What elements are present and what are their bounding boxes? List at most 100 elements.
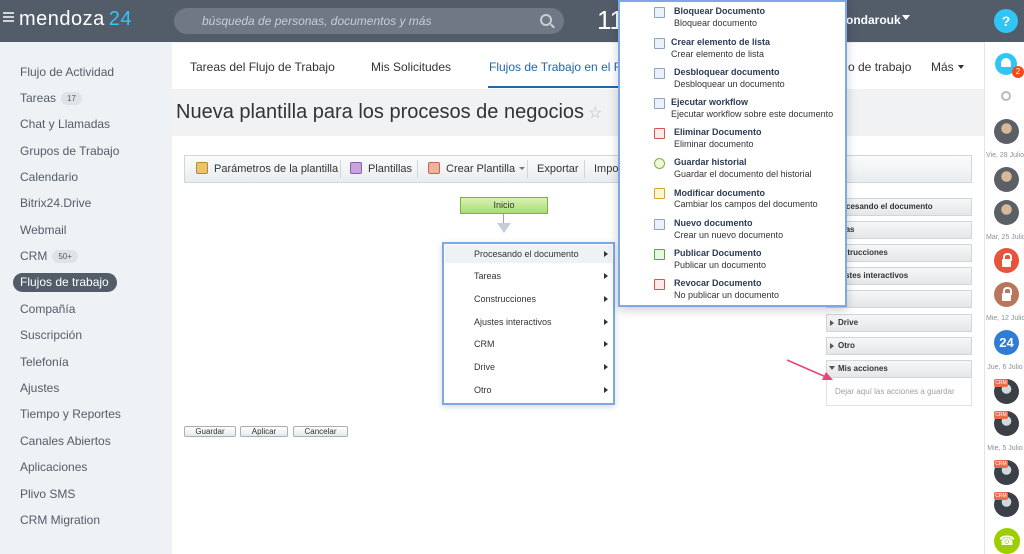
menu-item-drive[interactable]: Drive — [474, 362, 495, 372]
action-lock-document[interactable]: Bloquear Documento — [674, 6, 765, 16]
action-modify-document[interactable]: Modificar documento — [674, 188, 765, 198]
sidebar-item-plivo-sms[interactable]: Plivo SMS — [20, 485, 75, 503]
search-placeholder: búsqueda de personas, documentos y más — [202, 14, 432, 28]
action-new-document[interactable]: Nuevo documento — [674, 218, 753, 228]
cancel-button[interactable]: Cancelar — [293, 426, 348, 437]
rail-date: Mie, 5 Julio — [987, 445, 1023, 452]
sidebar-item-workgroups[interactable]: Grupos de Trabajo — [20, 142, 119, 160]
chevron-right-icon — [604, 341, 608, 347]
menu-item-document-processing[interactable]: Procesando el documento — [474, 249, 579, 259]
panel-item-constructions[interactable]: nstrucciones — [826, 244, 972, 262]
panel-item-tasks[interactable]: reas — [826, 221, 972, 239]
chevron-down-icon[interactable] — [902, 15, 910, 20]
panel-item-crm[interactable]: M — [826, 290, 972, 308]
sidebar-item-tasks[interactable]: Tareas 17 — [20, 89, 82, 107]
action-create-list-item[interactable]: Crear elemento de lista — [671, 37, 770, 47]
sidebar-item-time-reports[interactable]: Tiempo y Reportes — [20, 405, 121, 423]
search-icon[interactable] — [540, 14, 552, 26]
panel-item-my-actions[interactable]: Mis acciones — [826, 360, 972, 378]
template-params-button[interactable]: Parámetros de la plantilla — [214, 163, 338, 175]
crm-tag: CRM — [994, 492, 1008, 500]
help-button[interactable]: ? — [994, 9, 1018, 33]
menu-item-constructions[interactable]: Construcciones — [474, 294, 536, 304]
sidebar-item-webmail[interactable]: Webmail — [20, 221, 66, 239]
sidebar-item-settings[interactable]: Ajustes — [20, 379, 59, 397]
sidebar-item-calendar[interactable]: Calendario — [20, 168, 78, 186]
sidebar-item-workflows[interactable]: Flujos de trabajo — [20, 273, 109, 291]
sidebar-item-chat[interactable]: Chat y Llamadas — [20, 115, 110, 133]
tab-more[interactable]: Más — [931, 60, 964, 74]
action-publish-document[interactable]: Publicar Documento — [674, 248, 762, 258]
publish-document-icon — [654, 249, 665, 260]
action-unlock-document[interactable]: Desbloquear documento — [674, 67, 780, 77]
sidebar-item-applications[interactable]: Aplicaciones — [20, 458, 87, 476]
action-save-history[interactable]: Guardar historial — [674, 157, 747, 167]
start-node[interactable]: Inicio — [460, 197, 548, 214]
action-modify-document-desc: Cambiar los campos del documento — [674, 199, 818, 209]
create-template-button[interactable]: Crear Plantilla — [446, 163, 526, 175]
sidebar-item-crm-migration[interactable]: CRM Migration — [20, 511, 100, 529]
menu-item-crm[interactable]: CRM — [474, 339, 495, 349]
tab-my-requests[interactable]: Mis Solicitudes — [371, 60, 451, 74]
logo[interactable]: mendoza 24 — [19, 8, 132, 31]
user-name[interactable]: ondarouk — [846, 13, 901, 27]
menu-item-other[interactable]: Otro — [474, 385, 492, 395]
apply-button[interactable]: Aplicar — [240, 426, 288, 437]
panel-item-other[interactable]: Otro — [826, 337, 972, 355]
menu-icon[interactable] — [3, 12, 14, 22]
new-document-icon — [654, 219, 665, 230]
import-button[interactable]: Impo — [594, 163, 618, 175]
lock-icon[interactable] — [994, 248, 1019, 273]
my-actions-drop-zone[interactable]: Dejar aquí las acciones a guardar — [826, 379, 972, 406]
export-button[interactable]: Exportar — [537, 163, 579, 175]
crm-tag: CRM — [994, 379, 1008, 387]
edit-document-icon — [654, 188, 665, 199]
menu-item-tasks[interactable]: Tareas — [474, 271, 501, 281]
tab-workflow-tasks[interactable]: Tareas del Flujo de Trabajo — [190, 60, 335, 74]
search-input[interactable]: búsqueda de personas, documentos y más — [174, 8, 564, 34]
toolbar-divider — [417, 160, 418, 178]
action-run-workflow-desc: Ejecutar workflow sobre este documento — [671, 109, 834, 119]
sidebar-item-subscription[interactable]: Suscripción — [20, 326, 82, 344]
star-icon[interactable]: ☆ — [588, 105, 602, 122]
count-badge: 50+ — [52, 250, 78, 263]
panel-item-drive[interactable]: Drive — [826, 314, 972, 332]
action-save-history-desc: Guardar el documento del historial — [674, 169, 812, 179]
sidebar-item-open-channels[interactable]: Canales Abiertos — [20, 432, 111, 450]
toolbar-divider — [584, 160, 585, 178]
avatar[interactable] — [994, 119, 1019, 144]
phone-icon[interactable]: ☎ — [994, 528, 1020, 554]
toolbar-divider — [527, 160, 528, 178]
templates-button[interactable]: Plantillas — [368, 163, 412, 175]
action-unlock-document-desc: Desbloquear un documento — [674, 79, 785, 89]
action-new-document-desc: Crear un nuevo documento — [674, 230, 784, 240]
panel-item-interactive-settings[interactable]: justes interactivos — [826, 267, 972, 285]
lock-icon[interactable] — [994, 282, 1019, 307]
crm-tag: CRM — [994, 460, 1008, 468]
drop-target-arrow[interactable] — [497, 223, 511, 233]
action-revoke-document[interactable]: Revocar Documento — [674, 278, 762, 288]
sidebar-item-crm[interactable]: CRM 50+ — [20, 247, 78, 265]
avatar[interactable] — [994, 200, 1019, 225]
avatar[interactable] — [994, 167, 1019, 192]
create-list-item-icon — [654, 38, 665, 49]
chevron-down-icon — [519, 167, 526, 170]
create-template-icon — [428, 162, 440, 174]
chevron-right-icon — [604, 387, 608, 393]
search-icon[interactable] — [1001, 91, 1011, 101]
sidebar-item-telephony[interactable]: Telefonía — [20, 353, 69, 371]
bitrix24-avatar[interactable]: 24 — [994, 330, 1019, 355]
action-delete-document[interactable]: Eliminar Documento — [674, 127, 762, 137]
tab-workflows-feed[interactable]: Flujos de Trabajo en el F — [489, 60, 621, 74]
sidebar-item-company[interactable]: Compañía — [20, 300, 75, 318]
sidebar-item-drive[interactable]: Bitrix24.Drive — [20, 194, 91, 212]
chevron-right-icon — [830, 320, 834, 326]
save-button[interactable]: Guardar — [184, 426, 236, 437]
menu-item-interactive-settings[interactable]: Ajustes interactivos — [474, 317, 552, 327]
sidebar-item-activity[interactable]: Flujo de Actividad — [20, 63, 114, 81]
action-lock-document-desc: Bloquear documento — [674, 18, 758, 28]
action-run-workflow[interactable]: Ejecutar workflow — [671, 97, 748, 107]
action-create-list-item-desc: Crear elemento de lista — [671, 49, 765, 59]
tab-workflow[interactable]: o de trabajo — [848, 60, 911, 74]
panel-item-document-processing[interactable]: rocesando el documento — [826, 198, 972, 216]
